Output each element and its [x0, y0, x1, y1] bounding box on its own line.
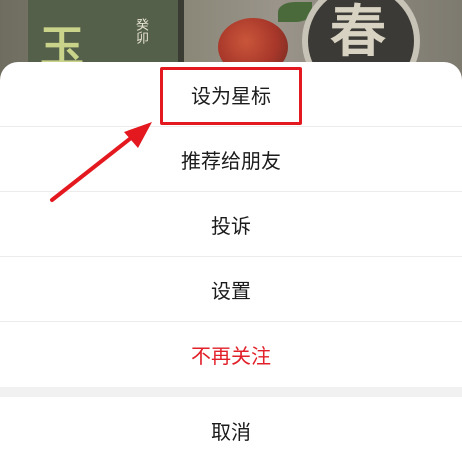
section-gap: [0, 387, 462, 397]
unfollow-button[interactable]: 不再关注: [0, 322, 462, 386]
recommend-to-friend-button[interactable]: 推荐给朋友: [0, 127, 462, 191]
settings-button[interactable]: 设置: [0, 257, 462, 321]
cancel-button[interactable]: 取消: [0, 398, 462, 461]
screen: 玉 癸卯 春 设为星标 推荐给朋友 投诉 设置 不再关注 取消: [0, 0, 462, 461]
background-small-text: 癸卯: [133, 18, 148, 44]
complaint-button[interactable]: 投诉: [0, 192, 462, 256]
annotation-highlight-box: [160, 67, 302, 125]
background-char-right: 春: [330, 0, 386, 65]
